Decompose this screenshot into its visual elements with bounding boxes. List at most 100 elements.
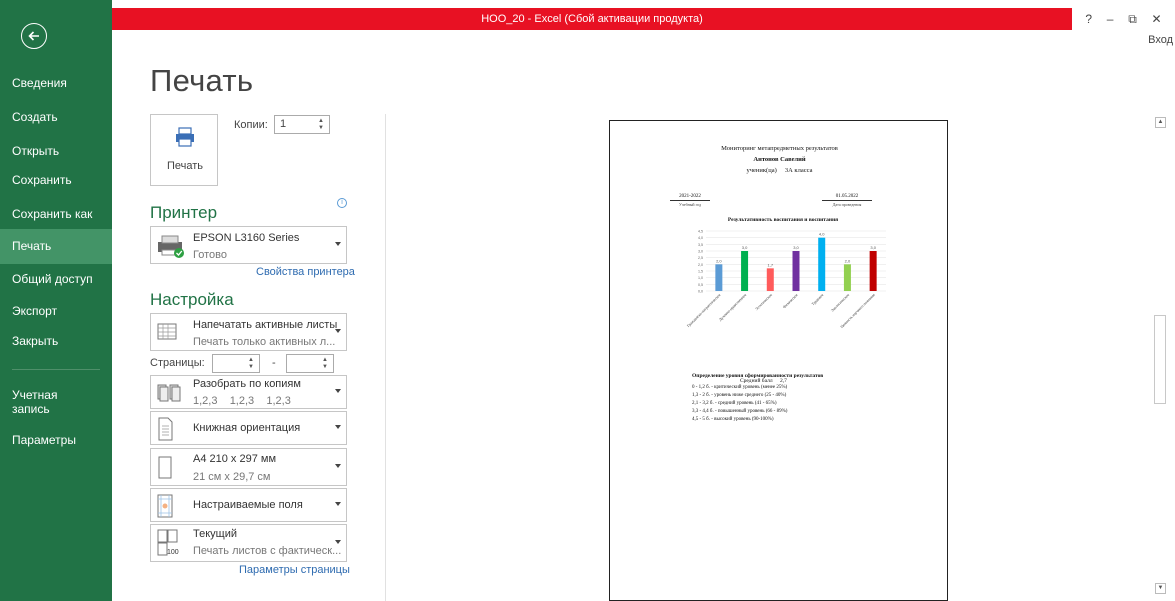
y-tick-label: 2,5 bbox=[698, 256, 703, 260]
pages-to-spinner-icon[interactable]: ▲ ▼ bbox=[322, 357, 330, 371]
paper-size-dropdown[interactable]: A4 210 x 297 мм 21 см x 29,7 см bbox=[150, 448, 347, 486]
date-label: Дата проведения bbox=[832, 202, 862, 207]
level-item: 1,3 - 2 б. - уровень ниже среднего (25 -… bbox=[692, 393, 787, 398]
bar-value-label: 4,0 bbox=[819, 232, 825, 237]
portrait-page-icon bbox=[158, 417, 173, 441]
close-icon[interactable]: ✕ bbox=[1152, 12, 1162, 26]
pages-from-spinner-icon[interactable]: ▲ ▼ bbox=[248, 357, 256, 371]
scaling-dropdown[interactable]: 100 Текущий Печать листов с фактическ... bbox=[150, 524, 347, 562]
backstage-sidebar: Сведения Создать Открыть Сохранить Сохра… bbox=[0, 0, 112, 601]
printer-dropdown[interactable]: EPSON L3160 Series Готово bbox=[150, 226, 347, 264]
print-button-label: Печать bbox=[166, 160, 204, 172]
preview-title-line1: Мониторинг метапредметных результатов bbox=[721, 145, 838, 152]
level-item: 4,5 - 5 б. - высокий уровень (90-100%) bbox=[692, 417, 774, 422]
scroll-down-icon[interactable]: ▼ bbox=[1155, 583, 1166, 594]
pages-label: Страницы: bbox=[150, 357, 205, 369]
bar-value-label: 3,0 bbox=[793, 245, 799, 250]
margins-icon bbox=[157, 494, 173, 518]
print-what-title: Напечатать активные листы bbox=[193, 319, 338, 331]
page-setup-link[interactable]: Параметры страницы bbox=[239, 564, 350, 576]
orientation-title: Книжная ориентация bbox=[193, 422, 301, 434]
y-tick-label: 4,0 bbox=[698, 236, 703, 240]
scroll-up-icon[interactable]: ▲ bbox=[1155, 117, 1166, 128]
printer-heading: Принтер bbox=[150, 203, 218, 222]
sidebar-item-info[interactable]: Сведения bbox=[0, 66, 112, 101]
date-value: 01.05.2022 bbox=[822, 194, 872, 201]
print-what-dropdown[interactable]: Напечатать активные листы Печать только … bbox=[150, 313, 347, 351]
y-tick-label: 0,5 bbox=[698, 283, 703, 287]
info-icon[interactable]: i bbox=[337, 198, 347, 208]
print-what-subtitle: Печать только активных л... bbox=[193, 336, 336, 348]
chart-bar bbox=[741, 251, 749, 291]
sidebar-item-options[interactable]: Параметры bbox=[0, 423, 112, 458]
chart-title: Результативность воспитания и воспитания bbox=[728, 217, 838, 223]
bar-value-label: 2,0 bbox=[716, 258, 722, 263]
chart-bar bbox=[792, 251, 800, 291]
orientation-dropdown[interactable]: Книжная ориентация bbox=[150, 411, 347, 445]
chart-bar bbox=[818, 237, 826, 291]
sidebar-item-print[interactable]: Печать bbox=[0, 229, 112, 264]
school-year-label: Учебный год bbox=[678, 202, 702, 207]
pages-to-input[interactable]: ▲ ▼ bbox=[286, 354, 334, 373]
back-button[interactable] bbox=[21, 23, 47, 49]
y-tick-label: 0,0 bbox=[698, 290, 703, 294]
help-icon[interactable]: ? bbox=[1085, 12, 1092, 26]
printer-properties-link[interactable]: Свойства принтера bbox=[256, 266, 355, 278]
preview-date: 01.05.2022 Дата проведения bbox=[822, 194, 872, 207]
print-button[interactable]: Печать bbox=[150, 114, 218, 186]
paper-size-title: A4 210 x 297 мм bbox=[193, 453, 277, 465]
chevron-down-icon bbox=[335, 502, 341, 506]
excel-print-backstage: Сведения Создать Открыть Сохранить Сохра… bbox=[0, 0, 1175, 601]
bar-value-label: 3,0 bbox=[870, 245, 876, 250]
pages-from-input[interactable]: ▲ ▼ bbox=[212, 354, 260, 373]
y-tick-label: 3,5 bbox=[698, 243, 703, 247]
collate-dropdown[interactable]: Разобрать по копиям 1,2,3 1,2,3 1,2,3 bbox=[150, 375, 347, 409]
scroll-thumb[interactable] bbox=[1154, 315, 1166, 404]
sidebar-item-save-as[interactable]: Сохранить как bbox=[0, 197, 112, 232]
chevron-down-icon bbox=[335, 540, 341, 544]
sidebar-item-new[interactable]: Создать bbox=[0, 100, 112, 135]
chart-bar bbox=[869, 251, 877, 291]
panel-divider bbox=[385, 114, 386, 601]
scaling-icon: 100 bbox=[157, 529, 179, 556]
page-title: Печать bbox=[150, 63, 254, 98]
level-item: 3,3 - 4,4 б. - повышенный уровень (66 - … bbox=[692, 409, 788, 414]
window-controls: ? – ⧉ ✕ bbox=[1072, 8, 1175, 30]
x-category-label: Гражданско-патриотическое bbox=[686, 293, 721, 328]
collate-title: Разобрать по копиям bbox=[193, 378, 301, 390]
level-item: 2,1 - 3,2 б. - средний уровень (41 - 65%… bbox=[692, 401, 777, 406]
collate-subtitle: 1,2,3 1,2,3 1,2,3 bbox=[193, 395, 291, 407]
chart-bar bbox=[715, 264, 723, 291]
chevron-down-icon bbox=[335, 242, 341, 246]
x-category-label: Духовно-нравственное bbox=[718, 293, 747, 322]
print-preview-page: Мониторинг метапредметных результатов Ан… bbox=[609, 120, 948, 601]
paper-size-subtitle: 21 см x 29,7 см bbox=[193, 471, 271, 483]
preview-school-year: 2021-2022 Учебный год bbox=[670, 194, 710, 207]
copies-value: 1 bbox=[280, 118, 287, 130]
y-tick-label: 2,0 bbox=[698, 263, 703, 267]
printer-status: Готово bbox=[193, 249, 227, 261]
sidebar-item-close[interactable]: Закрыть bbox=[0, 324, 112, 359]
sidebar-item-account[interactable]: Учетная запись bbox=[0, 388, 90, 423]
chevron-down-icon bbox=[335, 329, 341, 333]
copies-spinner-icon[interactable]: ▲ ▼ bbox=[318, 118, 326, 132]
x-category-label: Трудовое bbox=[811, 293, 825, 307]
printer-icon bbox=[176, 127, 194, 147]
minimize-icon[interactable]: – bbox=[1107, 12, 1114, 26]
preview-scrollbar[interactable]: ▲ ▼ bbox=[1152, 114, 1168, 601]
sheet-grid-icon bbox=[157, 323, 177, 340]
scaling-subtitle: Печать листов с фактическ... bbox=[193, 545, 342, 557]
copies-input[interactable]: 1 ▲ ▼ bbox=[274, 115, 330, 134]
paper-size-icon bbox=[158, 456, 172, 479]
x-category-label: Экологическое bbox=[830, 293, 850, 313]
margins-dropdown[interactable]: Настраиваемые поля bbox=[150, 488, 347, 522]
chevron-down-icon bbox=[335, 464, 341, 468]
y-tick-label: 1,0 bbox=[698, 276, 703, 280]
sidebar-item-save[interactable]: Сохранить bbox=[0, 163, 112, 198]
preview-title-line3: ученик(ца) 3А класса bbox=[746, 167, 813, 174]
sidebar-item-share[interactable]: Общий доступ bbox=[0, 262, 112, 297]
restore-icon[interactable]: ⧉ bbox=[1128, 12, 1137, 27]
sign-in-link[interactable]: Вход bbox=[1148, 34, 1173, 46]
y-tick-label: 3,0 bbox=[698, 250, 703, 254]
printer-device-icon bbox=[158, 235, 184, 258]
